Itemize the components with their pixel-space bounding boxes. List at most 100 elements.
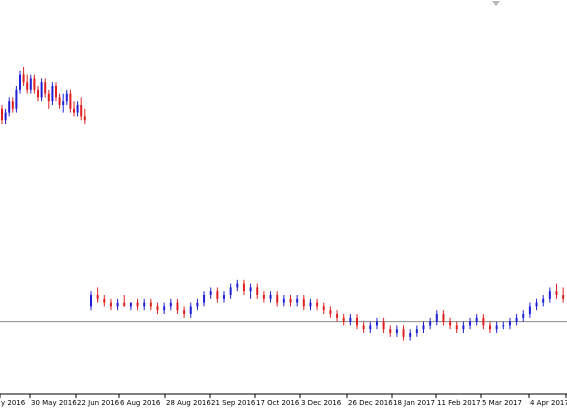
candle-body	[96, 295, 99, 299]
candle-body	[169, 302, 172, 307]
candle	[469, 317, 472, 330]
x-tick-label: 5 Mar 2017	[482, 399, 522, 407]
x-tick-label: 11 Feb 2017	[437, 399, 481, 407]
candle-body	[69, 93, 72, 109]
candle-body	[26, 82, 29, 90]
candle	[449, 317, 452, 330]
candle-body	[136, 302, 139, 307]
candle	[522, 310, 525, 322]
candle	[123, 295, 126, 307]
candle-body	[129, 302, 132, 307]
candle-body	[183, 310, 186, 314]
candle-body	[469, 321, 472, 326]
candle-body	[336, 314, 339, 318]
candle-body	[282, 298, 285, 303]
candle	[548, 287, 551, 303]
x-tick-label: 28 Aug 2016	[166, 399, 211, 407]
candle	[156, 302, 159, 314]
candle	[362, 321, 365, 333]
candle	[562, 287, 565, 303]
candle	[143, 298, 146, 311]
segment-2	[90, 279, 565, 341]
candle	[80, 97, 83, 121]
candle-body	[189, 306, 192, 314]
candle-body	[249, 287, 252, 292]
candle	[429, 317, 432, 330]
candle	[90, 291, 92, 311]
candle	[8, 97, 11, 117]
chart-shift-arrow-icon[interactable]	[492, 1, 500, 6]
candle-body	[15, 89, 18, 109]
candle-body	[236, 283, 239, 288]
candle	[389, 325, 392, 337]
candle-body	[123, 302, 126, 307]
candle	[37, 86, 39, 102]
candle-body	[329, 310, 332, 314]
candle-body	[415, 329, 418, 333]
candle	[1, 105, 3, 124]
candle	[55, 82, 57, 102]
candle	[482, 314, 485, 330]
candle	[342, 314, 345, 326]
candle-body	[442, 314, 445, 322]
candle-body	[51, 86, 54, 102]
candle-body	[73, 108, 75, 113]
candle-body	[83, 116, 86, 121]
candle	[356, 314, 358, 330]
price-chart: y 2016 30 May 2016 22 Jun 2016 6 Aug 2016 28…	[0, 0, 567, 410]
candle	[336, 310, 339, 322]
candle-body	[40, 82, 43, 98]
candle-body	[8, 101, 11, 113]
candle-body	[223, 295, 225, 299]
candle-body	[409, 333, 412, 337]
candle-body	[429, 321, 432, 326]
candle-body	[209, 291, 212, 295]
candle	[22, 67, 25, 86]
x-tick-label: 22 Jun 2016	[77, 399, 120, 407]
candle-body	[256, 287, 259, 295]
candle-body	[302, 298, 305, 307]
candle-body	[11, 101, 14, 109]
x-tick-label: 21 Sep 2016	[211, 399, 256, 407]
candle-body	[80, 105, 83, 117]
candle-body	[176, 302, 179, 311]
candle-body	[289, 298, 292, 303]
candle-body	[375, 321, 378, 326]
candle-body	[435, 314, 438, 322]
candle-body	[29, 78, 32, 90]
candle-body	[156, 306, 159, 311]
candle-body	[356, 317, 358, 326]
candle-body	[395, 329, 398, 333]
candle	[409, 329, 412, 341]
x-tick-label: y 2016	[1, 399, 26, 407]
candle-body	[242, 283, 245, 292]
candle-body	[342, 317, 345, 322]
candle-body	[489, 325, 491, 330]
candle-body	[44, 82, 47, 94]
candle-body	[37, 89, 39, 98]
x-tick-label: 26 Dec 2016	[348, 399, 393, 407]
candle-body	[528, 306, 531, 314]
candle	[309, 298, 312, 311]
candle-body	[196, 302, 199, 307]
candle	[269, 291, 272, 303]
candle	[455, 321, 458, 333]
x-tick-label: 4 Apr 2017	[530, 399, 567, 407]
candle-body	[116, 302, 119, 307]
candle-body	[58, 97, 61, 105]
chart-canvas: y 2016 30 May 2016 22 Jun 2016 6 Aug 2016 28…	[0, 67, 567, 407]
candle	[183, 306, 186, 318]
candle	[289, 295, 292, 307]
candle-body	[143, 302, 146, 307]
candle-body	[535, 302, 538, 307]
candle	[256, 283, 259, 299]
candle-body	[309, 302, 312, 307]
candle	[47, 89, 50, 109]
candle-body	[109, 302, 112, 307]
candle	[223, 291, 225, 303]
candle	[58, 93, 61, 109]
candle-body	[515, 317, 518, 322]
candle	[19, 70, 21, 94]
candle	[316, 298, 319, 311]
candle	[296, 295, 299, 307]
